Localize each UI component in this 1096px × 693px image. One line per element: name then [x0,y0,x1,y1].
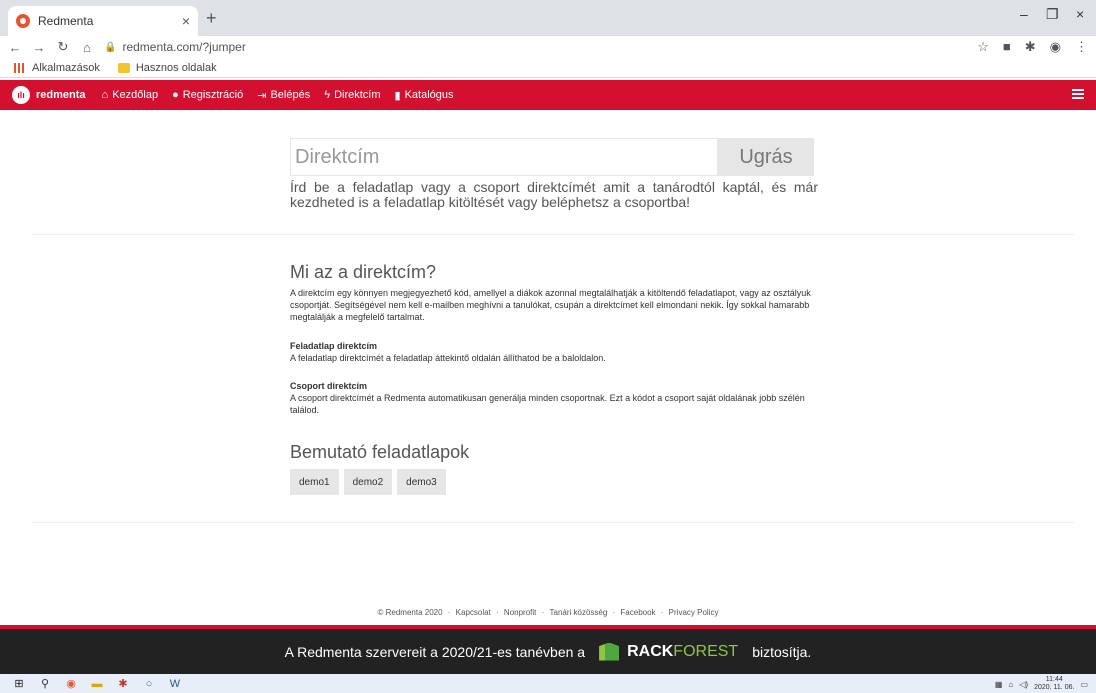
book-icon: ▮ [394,89,401,102]
close-tab-icon[interactable]: × [182,13,190,29]
apps-grid-icon [14,62,26,73]
home-icon[interactable]: ⌂ [78,40,96,55]
jumper-input[interactable] [290,138,718,176]
demo-buttons: demo1 demo2 demo3 [290,469,446,495]
url-text: redmenta.com/?jumper [122,40,246,54]
redmenta-favicon-icon [16,14,30,28]
worksheet-text: A feladatlap direktcímét a feladatlap át… [290,353,606,363]
rackforest-forest: FOREST [673,642,739,660]
demo1-button[interactable]: demo1 [290,469,339,495]
worksheet-section: Feladatlap direktcím A feladatlap direkt… [290,340,830,364]
bookmark-apps[interactable]: Alkalmazások [14,62,100,74]
puzzle-icon[interactable]: ✱ [1025,39,1036,55]
group-text: A csoport direktcímét a Redmenta automat… [290,393,805,415]
clock[interactable]: 11:44 2020. 11. 06. [1034,676,1074,692]
nav-login[interactable]: ⇥ Belépés [257,89,310,102]
clock-time: 11:44 [1045,676,1063,683]
browser-tab[interactable]: Redmenta × [8,6,198,36]
footer-link-nonprofit[interactable]: Nonprofit [504,608,536,617]
sponsor-text-after: biztosítja. [752,643,812,660]
footer-links: © Redmenta 2020 · Kapcsolat · Nonprofit … [377,608,719,617]
close-window-icon[interactable]: × [1076,6,1084,22]
network-icon[interactable]: ⌂ [1008,680,1013,689]
sponsor-text-before: A Redmenta szervereit a 2020/21-es tanév… [284,643,586,660]
new-tab-icon[interactable]: + [206,8,217,29]
rackforest-icon [599,642,620,661]
logo-text: redmenta [36,89,86,101]
site-navbar: ılı redmenta ⌂ Kezdőlap ● Regisztráció ⇥… [0,80,1096,110]
windows-taskbar: ⊞ ⚲ ◉ ▬ ✱ ○ W ▦ ⌂ ◁) 11:44 2020. 11. 06.… [0,674,1096,693]
minimize-icon[interactable]: – [1020,6,1028,22]
nav-label: Katalógus [404,89,454,101]
logo-icon: ılı [12,86,30,104]
back-icon[interactable]: ← [6,40,24,55]
demo3-button[interactable]: demo3 [397,469,446,495]
worksheet-title: Feladatlap direktcím [290,341,378,351]
url-field[interactable]: 🔒 redmenta.com/?jumper [104,40,246,54]
chrome-icon[interactable]: ◉ [64,677,78,691]
file-explorer-icon[interactable]: ▬ [90,677,104,691]
user-icon: ● [172,89,179,101]
home-icon: ⌂ [101,89,109,101]
go-button[interactable]: Ugrás [718,138,814,176]
bookmarks-bar: Alkalmazások Hasznos oldalak [0,58,1096,78]
extension-icon[interactable]: ■ [1003,39,1011,55]
windows-start-icon[interactable]: ⊞ [12,677,26,691]
divider [32,522,1074,523]
nav-jumper[interactable]: ϟ Direktcím [324,89,380,101]
volume-icon[interactable]: ◁) [1019,680,1028,689]
folder-icon [117,62,130,73]
group-section: Csoport direktcím A csoport direktcímét … [290,380,830,416]
group-title: Csoport direktcím [290,381,368,391]
reload-icon[interactable]: ↻ [54,39,72,55]
rackforest-logo[interactable]: RACK FOREST [599,642,739,661]
cortana-icon[interactable]: ○ [142,677,156,691]
nav-label: Direktcím [334,89,381,101]
jumper-form: Ugrás [290,138,814,176]
footer-link-community[interactable]: Tanári közösség [550,608,608,617]
bookmark-label: Alkalmazások [32,61,100,74]
footer-link-facebook[interactable]: Facebook [620,608,655,617]
demo2-button[interactable]: demo2 [343,469,393,495]
nav-label: Kezdőlap [112,89,159,101]
info-title: Mi az a direktcím? [290,262,437,282]
tray-icon[interactable]: ▦ [995,680,1003,689]
menu-icon[interactable]: ⋮ [1075,39,1088,55]
forward-icon[interactable]: → [30,40,48,55]
bookmark-star-icon[interactable]: ☆ [977,39,989,55]
clock-date: 2020. 11. 06. [1034,684,1075,691]
profile-icon[interactable]: ◉ [1050,39,1061,55]
rackforest-rack: RACK [627,642,674,660]
copyright: © Redmenta 2020 [377,608,443,617]
search-icon[interactable]: ⚲ [38,677,52,691]
system-tray: ▦ ⌂ ◁) 11:44 2020. 11. 06. ▭ [995,676,1088,692]
tab-title: Redmenta [38,14,94,28]
lock-icon: 🔒 [104,41,117,53]
bookmark-label: Hasznos oldalak [135,61,217,74]
footer-link-privacy[interactable]: Privacy Policy [669,608,719,617]
hamburger-menu-icon[interactable] [1072,89,1084,99]
restore-icon[interactable]: ❐ [1046,6,1059,23]
footer-link-contact[interactable]: Kapcsolat [456,608,491,617]
nav-home[interactable]: ⌂ Kezdőlap [102,89,159,101]
bookmark-folder[interactable]: Hasznos oldalak [117,61,217,74]
nav-label: Regisztráció [182,89,244,101]
nav-label: Belépés [270,89,311,101]
nav-catalog[interactable]: ▮ Katalógus [395,89,454,102]
nav-register[interactable]: ● Regisztráció [172,89,243,101]
redmenta-logo[interactable]: ılı redmenta [12,86,86,104]
app-icon[interactable]: ✱ [116,677,130,691]
notification-icon[interactable]: ▭ [1080,680,1088,689]
word-icon[interactable]: W [168,677,182,691]
sponsor-banner: A Redmenta szervereit a 2020/21-es tanév… [0,629,1096,674]
info-intro: A direktcím egy könnyen megjegyezhető kó… [290,288,811,322]
divider [32,234,1074,235]
browser-tab-bar: Redmenta × + – ❐ × [0,0,1096,36]
login-icon: ⇥ [257,89,267,102]
bolt-icon: ϟ [324,89,331,101]
jumper-help-text: Írd be a feladatlap vagy a csoport direk… [290,179,818,210]
demos-title: Bemutató feladatlapok [290,442,470,462]
address-bar: ← → ↻ ⌂ 🔒 redmenta.com/?jumper ☆ ■ ✱ ◉ ⋮ [0,36,1096,58]
